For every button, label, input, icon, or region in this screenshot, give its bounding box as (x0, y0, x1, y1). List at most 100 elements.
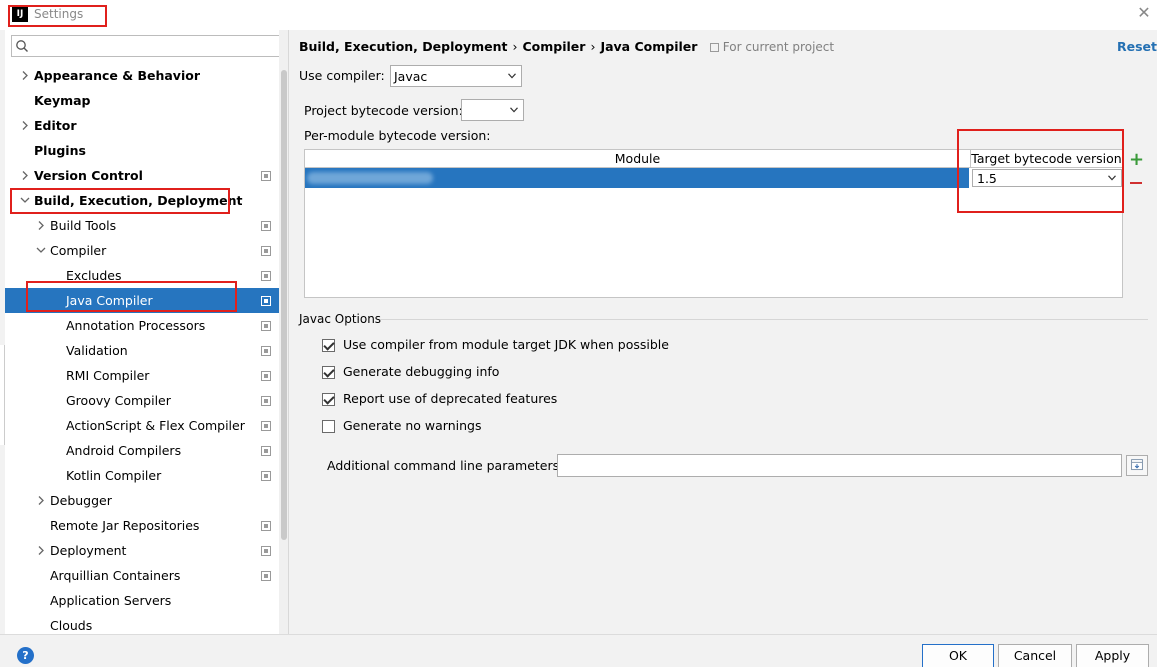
javac-options-title: Javac Options (299, 312, 382, 326)
sidebar-item-android-compilers[interactable]: Android Compilers (5, 438, 279, 463)
project-scope-icon (261, 221, 271, 231)
checkbox-label: Use compiler from module target JDK when… (343, 337, 669, 352)
cancel-button[interactable]: Cancel (998, 644, 1072, 667)
chevron-down-icon[interactable] (35, 238, 47, 263)
sidebar-item-arquillian-containers[interactable]: Arquillian Containers (5, 563, 279, 588)
per-module-label: Per-module bytecode version: (304, 128, 491, 143)
sidebar-item-rmi-compiler[interactable]: RMI Compiler (5, 363, 279, 388)
project-scope-icon (261, 471, 271, 481)
params-label: Additional command line parameters: (327, 458, 564, 473)
column-header-target[interactable]: Target bytecode version (971, 150, 1122, 168)
target-bytecode-select[interactable]: 1.5 (972, 169, 1122, 187)
use-compiler-select[interactable]: Javac (390, 65, 522, 87)
additional-params-input[interactable] (557, 454, 1122, 477)
sidebar-item-deployment[interactable]: Deployment (5, 538, 279, 563)
chevron-right-icon[interactable] (35, 213, 47, 238)
sidebar-item-version-control[interactable]: Version Control (5, 163, 279, 188)
checkbox-box[interactable] (322, 393, 335, 406)
chevron-down-icon (510, 107, 518, 113)
sidebar-item-label: Clouds (50, 618, 93, 633)
project-scope-icon (261, 171, 271, 181)
sidebar-item-build-execution-deployment[interactable]: Build, Execution, Deployment (5, 188, 279, 213)
sidebar-scrollbar-thumb[interactable] (281, 70, 287, 540)
breadcrumb-separator: › (590, 39, 596, 54)
settings-search-input[interactable] (11, 35, 282, 57)
breadcrumb-part-java-compiler: Java Compiler (600, 39, 698, 54)
sidebar-item-label: Plugins (34, 143, 86, 158)
sidebar-item-groovy-compiler[interactable]: Groovy Compiler (5, 388, 279, 413)
per-module-table: Module Target bytecode version 1.5 (304, 149, 1123, 298)
sidebar-item-actionscript-flex-compiler[interactable]: ActionScript & Flex Compiler (5, 413, 279, 438)
chevron-right-icon[interactable] (19, 113, 31, 138)
sidebar-item-appearance-behavior[interactable]: Appearance & Behavior (5, 63, 279, 88)
sidebar-item-label: Build Tools (50, 218, 117, 233)
sidebar-item-label: Android Compilers (66, 443, 182, 458)
project-scope-icon (261, 396, 271, 406)
chevron-right-icon[interactable] (19, 163, 31, 188)
apply-button[interactable]: Apply (1076, 644, 1149, 667)
project-scope-icon (261, 446, 271, 456)
sidebar-item-annotation-processors[interactable]: Annotation Processors (5, 313, 279, 338)
scope-note: For current project (709, 40, 834, 54)
ok-button[interactable]: OK (922, 644, 994, 667)
chevron-right-icon[interactable] (35, 538, 47, 563)
sidebar-item-label: ActionScript & Flex Compiler (66, 418, 245, 433)
expand-text-icon (1131, 459, 1143, 471)
logo-text: IJ (16, 9, 24, 19)
use-compiler-value: Javac (394, 69, 428, 84)
sidebar-item-label: Java Compiler (66, 293, 153, 308)
sidebar-item-plugins[interactable]: Plugins (5, 138, 279, 163)
sidebar-item-label: Kotlin Compiler (66, 468, 162, 483)
breadcrumb: Build, Execution, Deployment › Compiler › Ja… (299, 39, 834, 54)
close-icon[interactable]: ✕ (1136, 4, 1152, 22)
sidebar-item-editor[interactable]: Editor (5, 113, 279, 138)
sidebar-item-remote-jar-repositories[interactable]: Remote Jar Repositories (5, 513, 279, 538)
sidebar-item-label: Editor (34, 118, 77, 133)
intellij-logo-icon: IJ (12, 6, 28, 22)
sidebar-item-validation[interactable]: Validation (5, 338, 279, 363)
sidebar-item-label: Application Servers (50, 593, 172, 608)
project-scope-icon (261, 271, 271, 281)
chevron-right-icon[interactable] (35, 488, 47, 513)
project-scope-icon (261, 296, 271, 306)
sidebar-item-excludes[interactable]: Excludes (5, 263, 279, 288)
project-scope-icon (261, 521, 271, 531)
sidebar-item-application-servers[interactable]: Application Servers (5, 588, 279, 613)
checkbox-label: Generate no warnings (343, 418, 482, 433)
sidebar-item-label: Annotation Processors (66, 318, 206, 333)
sidebar-item-label: Arquillian Containers (50, 568, 181, 583)
sidebar-item-label: Appearance & Behavior (34, 68, 200, 83)
sidebar-item-java-compiler[interactable]: Java Compiler (5, 288, 279, 313)
checkbox-box[interactable] (322, 420, 335, 433)
sidebar-item-debugger[interactable]: Debugger (5, 488, 279, 513)
table-row[interactable] (305, 168, 969, 188)
title-bar: IJ Settings ✕ (0, 0, 1157, 30)
column-header-module[interactable]: Module (305, 150, 971, 168)
chevron-down-icon (508, 73, 516, 79)
chevron-right-icon[interactable] (19, 63, 31, 88)
project-bytecode-select[interactable] (461, 99, 524, 121)
breadcrumb-separator: › (512, 39, 518, 54)
reset-link[interactable]: Reset (1117, 39, 1157, 54)
sidebar-item-keymap[interactable]: Keymap (5, 88, 279, 113)
project-scope-icon (261, 571, 271, 581)
checkbox-box[interactable] (322, 339, 335, 352)
module-name-redacted (307, 172, 433, 184)
expand-editor-button[interactable] (1126, 455, 1148, 476)
chevron-down-icon[interactable] (19, 188, 31, 213)
sidebar-item-compiler[interactable]: Compiler (5, 238, 279, 263)
project-scope-icon (261, 346, 271, 356)
window-title: Settings (34, 7, 84, 21)
sidebar-item-kotlin-compiler[interactable]: Kotlin Compiler (5, 463, 279, 488)
project-scope-icon (261, 421, 271, 431)
breadcrumb-part-build: Build, Execution, Deployment (299, 39, 508, 54)
remove-icon[interactable] (1129, 176, 1143, 188)
sidebar-item-build-tools[interactable]: Build Tools (5, 213, 279, 238)
sidebar-item-label: Debugger (50, 493, 112, 508)
help-icon[interactable]: ? (17, 647, 34, 664)
checkbox-box[interactable] (322, 366, 335, 379)
sidebar-item-label: Validation (66, 343, 128, 358)
sidebar-item-clouds[interactable]: Clouds (5, 613, 279, 634)
add-icon[interactable]: + (1129, 151, 1144, 169)
project-scope-icon (709, 43, 719, 52)
